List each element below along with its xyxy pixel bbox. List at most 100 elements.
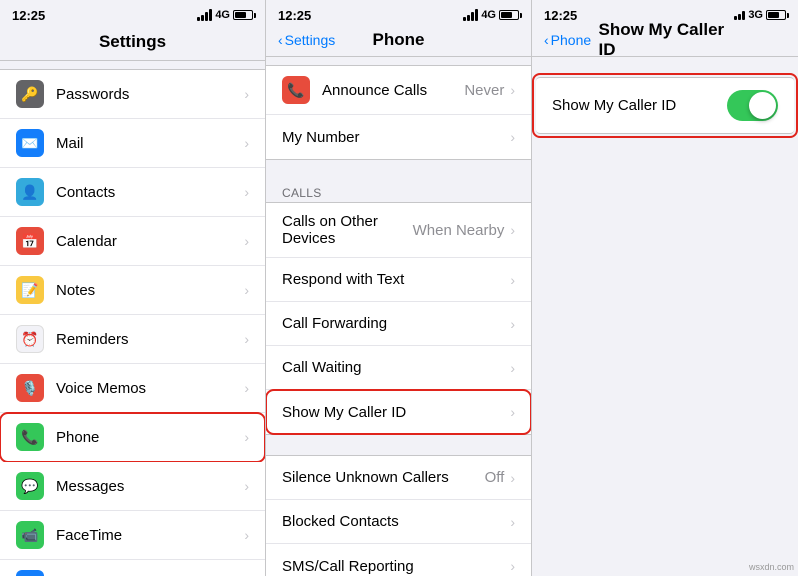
battery-icon-2	[499, 10, 519, 20]
voice-memos-label: Voice Memos	[56, 380, 242, 397]
sms-reporting-label: SMS/Call Reporting	[282, 558, 508, 575]
calls-other-devices-value: When Nearby	[413, 222, 505, 239]
contacts-icon: 👤	[16, 178, 44, 206]
silence-unknown-label: Silence Unknown Callers	[282, 469, 485, 486]
status-time-3: 12:25	[544, 8, 577, 23]
back-label-3: Phone	[551, 32, 591, 48]
call-waiting-label: Call Waiting	[282, 359, 508, 376]
messages-label: Messages	[56, 478, 242, 495]
panel-title-2: Phone	[373, 30, 425, 50]
caller-id-scroll[interactable]: Show My Caller ID	[532, 57, 798, 576]
my-number-chevron: ›	[510, 129, 515, 145]
back-button-3[interactable]: ‹ Phone	[544, 32, 591, 48]
settings-row-call-waiting[interactable]: Call Waiting ›	[266, 346, 531, 390]
calendar-label: Calendar	[56, 233, 242, 250]
settings-row-my-number[interactable]: My Number ›	[266, 115, 531, 159]
settings-row-messages[interactable]: 💬 Messages ›	[0, 462, 265, 511]
show-caller-id-inner: Show My Caller ID	[536, 78, 794, 133]
settings-row-announce-calls[interactable]: 📞 Announce Calls Never ›	[266, 66, 531, 115]
reminders-icon: ⏰	[16, 325, 44, 353]
silence-unknown-chevron: ›	[510, 470, 515, 486]
show-caller-id-row[interactable]: Show My Caller ID	[536, 77, 794, 134]
panel-title-1: Settings	[99, 32, 166, 51]
network-type-1: 4G	[215, 9, 230, 21]
settings-row-phone[interactable]: 📞 Phone ›	[0, 413, 265, 462]
back-label-2: Settings	[285, 32, 336, 48]
settings-row-facetime[interactable]: 📹 FaceTime ›	[0, 511, 265, 560]
settings-row-safari[interactable]: 🧭 Safari ›	[0, 560, 265, 576]
calendar-icon: 📅	[16, 227, 44, 255]
calls-list: Calls on Other Devices When Nearby › Res…	[266, 202, 531, 435]
settings-list-1: 🔑 Passwords › ✉️ Mail › 👤 Contacts › 📅 C…	[0, 69, 265, 576]
settings-row-calendar[interactable]: 📅 Calendar ›	[0, 217, 265, 266]
facetime-chevron: ›	[244, 527, 249, 543]
nav-bar-2: ‹ Settings Phone	[266, 28, 531, 57]
status-time-2: 12:25	[278, 8, 311, 23]
announce-calls-label: Announce Calls	[322, 82, 464, 99]
phone-icon: 📞	[16, 423, 44, 451]
calendar-chevron: ›	[244, 233, 249, 249]
call-waiting-chevron: ›	[510, 360, 515, 376]
silence-unknown-value: Off	[485, 469, 505, 486]
mail-icon: ✉️	[16, 129, 44, 157]
nav-bar-1: Settings	[0, 28, 265, 61]
status-icons-1: 4G	[197, 9, 253, 21]
passwords-icon: 🔑	[16, 80, 44, 108]
safari-icon: 🧭	[16, 570, 44, 576]
messages-chevron: ›	[244, 478, 249, 494]
section-divider-bottom	[266, 435, 531, 455]
mail-chevron: ›	[244, 135, 249, 151]
caller-id-section: Show My Caller ID	[532, 77, 798, 134]
status-icons-2: 4G	[463, 9, 519, 21]
settings-row-call-forwarding[interactable]: Call Forwarding ›	[266, 302, 531, 346]
back-chevron-3: ‹	[544, 32, 549, 48]
settings-scroll-1[interactable]: 🔑 Passwords › ✉️ Mail › 👤 Contacts › 📅 C…	[0, 61, 265, 576]
battery-icon-1	[233, 10, 253, 20]
panel-title-3: Show My Caller ID	[599, 20, 732, 60]
notes-label: Notes	[56, 282, 242, 299]
notes-chevron: ›	[244, 282, 249, 298]
call-forwarding-label: Call Forwarding	[282, 315, 508, 332]
back-button-2[interactable]: ‹ Settings	[278, 32, 335, 48]
phone-scroll[interactable]: 📞 Announce Calls Never › My Number › CAL…	[266, 57, 531, 576]
contacts-label: Contacts	[56, 184, 242, 201]
show-caller-id-toggle[interactable]	[727, 90, 778, 121]
phone-top-list: 📞 Announce Calls Never › My Number ›	[266, 65, 531, 160]
voice-memos-icon: 🎙️	[16, 374, 44, 402]
settings-row-contacts[interactable]: 👤 Contacts ›	[0, 168, 265, 217]
settings-row-calls-other-devices[interactable]: Calls on Other Devices When Nearby ›	[266, 203, 531, 258]
blocked-contacts-label: Blocked Contacts	[282, 513, 508, 530]
reminders-label: Reminders	[56, 331, 242, 348]
calls-other-devices-label: Calls on Other Devices	[282, 213, 413, 247]
my-number-label: My Number	[282, 129, 508, 146]
phone-chevron: ›	[244, 429, 249, 445]
facetime-label: FaceTime	[56, 527, 242, 544]
signal-icon-3	[734, 11, 745, 20]
show-caller-id-row-label: Show My Caller ID	[552, 97, 676, 114]
settings-row-reminders[interactable]: ⏰ Reminders ›	[0, 315, 265, 364]
panel-phone: 12:25 4G ‹ Settings Phone 📞	[266, 0, 532, 576]
panel-caller-id: 12:25 3G ‹ Phone Show My Caller ID Sh	[532, 0, 798, 576]
show-caller-id-label: Show My Caller ID	[282, 404, 508, 421]
network-type-2: 4G	[481, 9, 496, 21]
passwords-chevron: ›	[244, 86, 249, 102]
settings-row-show-caller-id[interactable]: Show My Caller ID ›	[266, 390, 531, 434]
settings-row-passwords[interactable]: 🔑 Passwords ›	[0, 70, 265, 119]
contacts-chevron: ›	[244, 184, 249, 200]
call-forwarding-chevron: ›	[510, 316, 515, 332]
messages-icon: 💬	[16, 472, 44, 500]
signal-icon-2	[463, 9, 478, 21]
settings-row-respond-text[interactable]: Respond with Text ›	[266, 258, 531, 302]
sms-reporting-chevron: ›	[510, 558, 515, 574]
settings-row-mail[interactable]: ✉️ Mail ›	[0, 119, 265, 168]
settings-row-blocked-contacts[interactable]: Blocked Contacts ›	[266, 500, 531, 544]
section-divider-calls	[266, 160, 531, 180]
settings-row-sms-reporting[interactable]: SMS/Call Reporting ›	[266, 544, 531, 576]
settings-row-silence-unknown[interactable]: Silence Unknown Callers Off ›	[266, 456, 531, 500]
settings-row-notes[interactable]: 📝 Notes ›	[0, 266, 265, 315]
show-caller-id-chevron: ›	[510, 404, 515, 420]
watermark: wsxdn.com	[749, 562, 794, 572]
panel-settings: 12:25 4G Settings 🔑 Passwords ›	[0, 0, 266, 576]
network-type-3: 3G	[748, 9, 763, 21]
settings-row-voice-memos[interactable]: 🎙️ Voice Memos ›	[0, 364, 265, 413]
